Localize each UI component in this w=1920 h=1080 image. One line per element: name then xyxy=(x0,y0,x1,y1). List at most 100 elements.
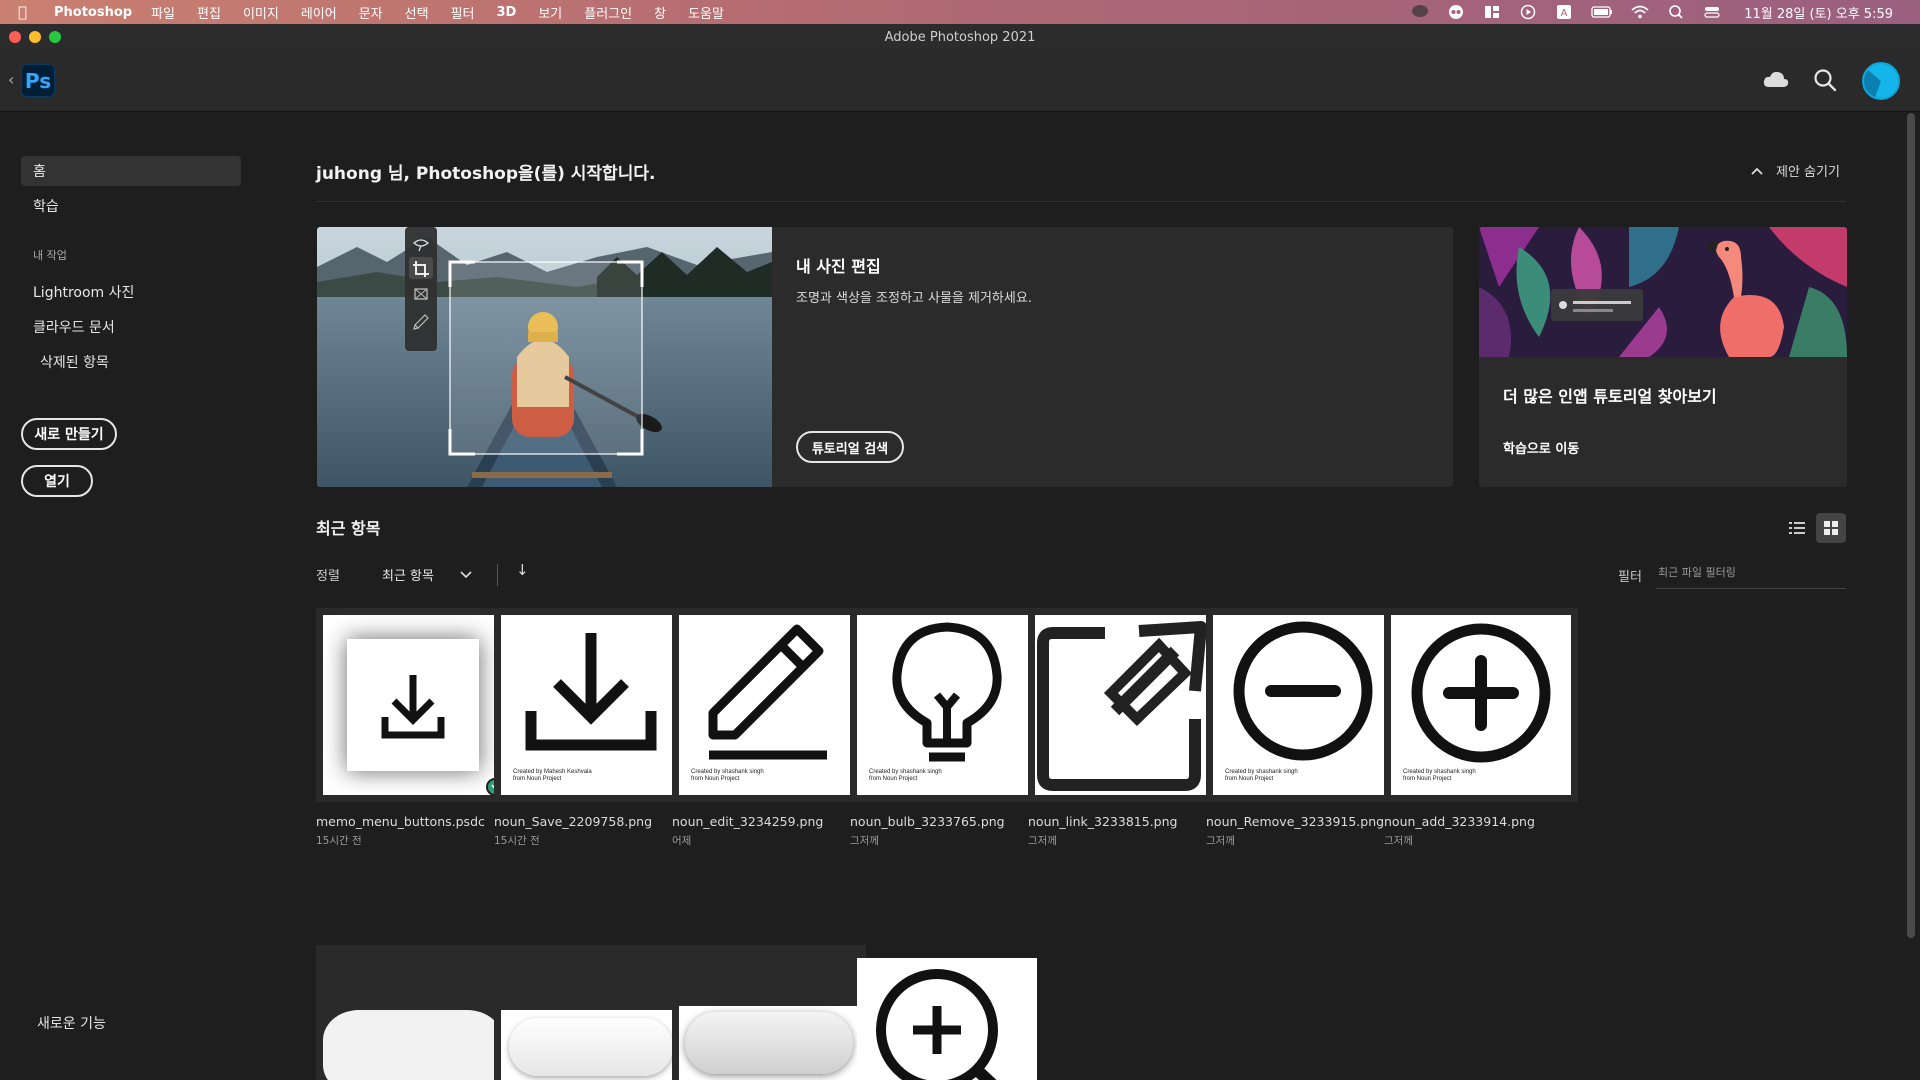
back-chevron-icon[interactable]: ‹ xyxy=(8,70,14,89)
zoom-in-icon xyxy=(876,969,998,1080)
menubar-clock[interactable]: 11월 28일 (토) 오후 5:59 xyxy=(1744,3,1893,22)
window-title-bar: Adobe Photoshop 2021 xyxy=(0,24,1920,50)
window-minimize-button[interactable] xyxy=(29,31,41,43)
menu-window[interactable]: 창 xyxy=(654,3,666,22)
avatar[interactable] xyxy=(1862,62,1900,100)
apple-icon[interactable]:  xyxy=(18,3,40,21)
menu-layer[interactable]: 레이어 xyxy=(301,3,337,22)
chevron-up-icon xyxy=(1751,167,1763,175)
window-title: Adobe Photoshop 2021 xyxy=(884,29,1036,45)
battery-icon[interactable] xyxy=(1591,4,1613,20)
file-thumbnail[interactable]: Created by shashank singh from Noun Proj… xyxy=(672,608,866,802)
sort-dropdown[interactable]: 최근 항목 xyxy=(382,565,472,584)
sidebar-item-learn[interactable]: 학습 xyxy=(21,191,241,221)
menu-help[interactable]: 도움말 xyxy=(688,3,724,22)
sidebar-item-cloud-documents[interactable]: 클라우드 문서 xyxy=(21,312,241,342)
menu-view[interactable]: 보기 xyxy=(538,3,562,22)
menu-plugins[interactable]: 플러그인 xyxy=(584,3,632,22)
thumbnail-canvas xyxy=(1035,615,1215,795)
file-name[interactable]: noun_link_3233815.png xyxy=(1028,814,1177,829)
file-name[interactable]: noun_Save_2209758.png xyxy=(494,814,652,829)
file-name[interactable]: noun_add_3233914.png xyxy=(1384,814,1535,829)
chat-bubble-icon[interactable] xyxy=(1411,4,1429,20)
file-thumbnail[interactable] xyxy=(494,945,688,1080)
control-center-icon[interactable] xyxy=(1703,4,1721,20)
menu-app-name[interactable]: Photoshop xyxy=(54,5,132,20)
file-thumbnail[interactable] xyxy=(850,945,1044,1080)
sidebar-item-deleted[interactable]: 삭제된 항목 xyxy=(21,347,241,377)
file-thumbnail[interactable]: Created by Mahesh Keshvala from Noun Pro… xyxy=(494,608,688,802)
input-source-icon[interactable]: A xyxy=(1555,4,1573,20)
hide-suggestions-label: 제안 숨기기 xyxy=(1776,165,1840,180)
file-thumbnail[interactable] xyxy=(1028,608,1222,802)
thumbnail-canvas: Created by shashank singh from Noun Proj… xyxy=(679,615,859,795)
edit-photo-card[interactable]: 내 사진 편집 조명과 색상을 조정하고 사물을 제거하세요. 튜토리얼 검색 xyxy=(317,227,1453,487)
sidebar-item-lightroom[interactable]: Lightroom 사진 xyxy=(21,277,241,307)
download-icon xyxy=(381,675,445,739)
layout-icon[interactable] xyxy=(1483,4,1501,20)
macos-menu-bar:  Photoshop 파일 편집 이미지 레이어 문자 선택 필터 3D 보기… xyxy=(0,0,1920,24)
sidebar-item-home[interactable]: 홈 xyxy=(21,156,241,186)
hero-description: 조명과 색상을 조정하고 사물을 제거하세요. xyxy=(796,291,1032,306)
filter-label: 필터 xyxy=(1618,570,1642,585)
minus-circle-icon xyxy=(1233,621,1373,761)
file-time: 그저께 xyxy=(1028,835,1057,847)
thumbnail-credit: Created by shashank singh from Noun Proj… xyxy=(691,769,764,782)
file-thumbnail[interactable]: Created by shashank singh from Noun Proj… xyxy=(1384,608,1578,802)
thumbnail-credit: Created by shashank singh from Noun Proj… xyxy=(1225,769,1298,782)
grid-view-button[interactable] xyxy=(1816,513,1846,543)
sort-dropdown-value: 최근 항목 xyxy=(382,569,434,584)
cloud-icon[interactable] xyxy=(1762,68,1790,92)
play-circle-icon[interactable] xyxy=(1519,4,1537,20)
tutorials-card[interactable]: 더 많은 인앱 튜토리얼 찾아보기 학습으로 이동 xyxy=(1479,227,1847,487)
list-view-button[interactable] xyxy=(1782,513,1812,543)
file-thumbnail[interactable] xyxy=(316,945,510,1080)
file-thumbnail[interactable]: Created by shashank singh from Noun Proj… xyxy=(1206,608,1400,802)
file-time: 어제 xyxy=(672,835,692,847)
menu-file[interactable]: 파일 xyxy=(151,3,175,22)
whats-new-link[interactable]: 새로운 기능 xyxy=(21,1008,241,1038)
tutorials-title: 더 많은 인앱 튜토리얼 찾아보기 xyxy=(1503,387,1717,406)
page-title: juhong 님, Photoshop을(를) 시작합니다. xyxy=(316,164,656,184)
menu-3d[interactable]: 3D xyxy=(496,5,516,20)
sort-label: 정렬 xyxy=(316,569,340,584)
menu-edit[interactable]: 편집 xyxy=(197,3,221,22)
menu-type[interactable]: 문자 xyxy=(359,3,383,22)
photoshop-logo[interactable]: Ps xyxy=(21,64,55,97)
window-close-button[interactable] xyxy=(9,31,21,43)
search-tutorials-button[interactable]: 튜토리얼 검색 xyxy=(796,431,904,463)
file-thumbnail[interactable] xyxy=(672,945,866,1080)
app-header: ‹ Ps xyxy=(0,50,1920,112)
thumbnail-canvas: Created by Mahesh Keshvala from Noun Pro… xyxy=(501,615,681,795)
file-name[interactable]: noun_bulb_3233765.png xyxy=(850,814,1005,829)
filter-input[interactable] xyxy=(1656,557,1846,589)
vertical-scrollbar[interactable] xyxy=(1907,113,1915,938)
file-name[interactable]: noun_edit_3234259.png xyxy=(672,814,823,829)
menu-select[interactable]: 선택 xyxy=(405,3,429,22)
open-file-button[interactable]: 열기 xyxy=(21,465,93,497)
cc-icon[interactable] xyxy=(1447,4,1465,20)
divider xyxy=(497,564,498,586)
new-file-button[interactable]: 새로 만들기 xyxy=(21,418,117,450)
file-time: 15시간 전 xyxy=(316,835,362,847)
thumbnail-canvas xyxy=(323,615,503,795)
chevron-down-icon xyxy=(460,570,472,578)
window-zoom-button[interactable] xyxy=(49,31,61,43)
wifi-icon[interactable] xyxy=(1631,4,1649,20)
pencil-icon xyxy=(708,624,827,760)
go-to-learn-link[interactable]: 학습으로 이동 xyxy=(1503,438,1579,457)
thumbnail-canvas: Created by shashank singh from Noun Proj… xyxy=(857,615,1037,795)
file-name[interactable]: memo_menu_buttons.psdc xyxy=(316,814,485,829)
sort-direction-button[interactable]: ↓ xyxy=(516,561,529,579)
file-thumbnail[interactable] xyxy=(316,608,510,802)
spotlight-search-icon[interactable] xyxy=(1667,4,1685,20)
file-thumbnail[interactable]: Created by shashank singh from Noun Proj… xyxy=(850,608,1044,802)
sidebar: 홈 학습 내 작업 Lightroom 사진 클라우드 문서 삭제된 항목 새로… xyxy=(0,113,260,1080)
hide-suggestions-button[interactable]: 제안 숨기기 xyxy=(1750,161,1840,180)
file-name[interactable]: noun_Remove_3233915.png xyxy=(1206,814,1384,829)
search-icon[interactable] xyxy=(1812,67,1838,93)
divider xyxy=(316,201,1846,202)
menu-image[interactable]: 이미지 xyxy=(243,3,279,22)
menu-filter[interactable]: 필터 xyxy=(451,3,475,22)
list-view-icon xyxy=(1789,522,1805,534)
